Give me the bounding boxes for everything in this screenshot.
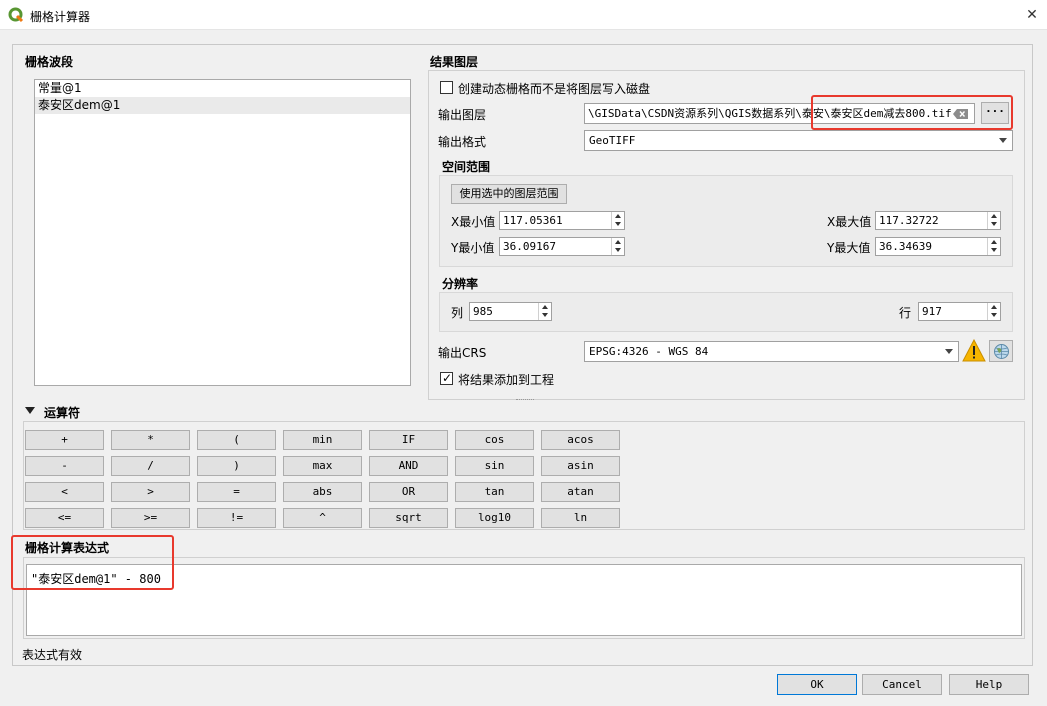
cancel-button[interactable]: Cancel [862,674,942,695]
xmin-value: 117.05361 [503,214,563,227]
band-item-taian-dem[interactable]: 泰安区dem@1 [35,97,410,114]
raster-bands-list[interactable]: 常量@1 泰安区dem@1 [34,79,411,386]
operators-heading: 运算符 [44,406,81,420]
operator-multiply-button[interactable]: * [111,430,190,450]
operator-power-button[interactable]: ^ [283,508,362,528]
operator-tan-button[interactable]: tan [455,482,534,502]
operator-less-than-button[interactable]: < [25,482,104,502]
checkmark-icon: ✓ [442,371,453,385]
operator-open-paren-button[interactable]: ( [197,430,276,450]
raster-bands-heading: 栅格波段 [25,55,74,69]
xmin-spinbox[interactable]: 117.05361 [499,211,625,230]
splitter-handle[interactable] [516,399,534,401]
band-item-constant[interactable]: 常量@1 [35,80,410,97]
window-title: 栅格计算器 [30,10,91,24]
columns-spinbox[interactable]: 985 [469,302,552,321]
chevron-down-icon [945,349,953,354]
operator-sin-button[interactable]: sin [455,456,534,476]
operator-ln-button[interactable]: ln [541,508,620,528]
chevron-down-icon [999,138,1007,143]
close-icon[interactable]: ✕ [1017,0,1047,30]
operator-asin-button[interactable]: asin [541,456,620,476]
rows-spinbox[interactable]: 917 [918,302,1001,321]
dynamic-raster-label: 创建动态栅格而不是将图层写入磁盘 [458,82,651,96]
use-selected-layer-extent-button[interactable]: 使用选中的图层范围 [451,184,567,204]
spin-arrows-icon[interactable] [611,238,624,255]
select-crs-button[interactable] [989,340,1013,362]
spin-arrows-icon[interactable] [987,238,1000,255]
operator-close-paren-button[interactable]: ) [197,456,276,476]
operator-greater-equal-button[interactable]: >= [111,508,190,528]
operator-minus-button[interactable]: - [25,456,104,476]
operator-and-button[interactable]: AND [369,456,448,476]
output-layer-label: 输出图层 [438,108,487,122]
xmax-spinbox[interactable]: 117.32722 [875,211,1001,230]
operator-min-button[interactable]: min [283,430,362,450]
operator-less-equal-button[interactable]: <= [25,508,104,528]
warning-icon[interactable] [962,339,986,362]
ymin-value: 36.09167 [503,240,556,253]
title-bar: 栅格计算器 ✕ [0,0,1047,30]
result-layer-heading: 结果图层 [430,55,479,69]
operator-not-equal-button[interactable]: != [197,508,276,528]
highlight-output-path [811,95,1013,130]
ymax-label: Y最大值 [827,241,871,255]
operator-if-button[interactable]: IF [369,430,448,450]
spin-arrows-icon[interactable] [538,303,551,320]
rows-label: 行 [899,306,912,320]
operator-or-button[interactable]: OR [369,482,448,502]
xmin-label: X最小值 [451,215,496,229]
output-format-label: 输出格式 [438,135,487,149]
output-format-select[interactable]: GeoTIFF [584,130,1013,151]
add-to-project-label: 将结果添加到工程 [458,373,555,387]
highlight-expression [11,535,174,590]
columns-value: 985 [473,305,493,318]
ok-button[interactable]: OK [777,674,857,695]
operator-greater-than-button[interactable]: > [111,482,190,502]
operator-max-button[interactable]: max [283,456,362,476]
ymax-value: 36.34639 [879,240,932,253]
operator-atan-button[interactable]: atan [541,482,620,502]
operator-divide-button[interactable]: / [111,456,190,476]
operator-abs-button[interactable]: abs [283,482,362,502]
output-format-value: GeoTIFF [589,134,636,147]
spin-arrows-icon[interactable] [987,303,1000,320]
output-crs-select[interactable]: EPSG:4326 - WGS 84 [584,341,959,362]
help-button[interactable]: Help [949,674,1029,695]
collapse-arrow-icon[interactable] [25,407,35,414]
operator-log10-button[interactable]: log10 [455,508,534,528]
operator-acos-button[interactable]: acos [541,430,620,450]
operator-cos-button[interactable]: cos [455,430,534,450]
ymin-spinbox[interactable]: 36.09167 [499,237,625,256]
globe-icon [994,344,1009,359]
expression-status: 表达式有效 [22,648,83,662]
operator-plus-button[interactable]: + [25,430,104,450]
add-to-project-checkbox[interactable]: ✓ [440,371,453,385]
ymax-spinbox[interactable]: 36.34639 [875,237,1001,256]
operator-sqrt-button[interactable]: sqrt [369,508,448,528]
xmax-value: 117.32722 [879,214,939,227]
ymin-label: Y最小值 [451,241,495,255]
spin-arrows-icon[interactable] [611,212,624,229]
operator-equals-button[interactable]: = [197,482,276,502]
dynamic-raster-checkbox[interactable] [440,81,453,94]
extent-heading: 空间范围 [442,160,491,174]
resolution-heading: 分辨率 [442,277,479,291]
qgis-logo-icon [8,7,24,23]
spin-arrows-icon[interactable] [987,212,1000,229]
output-crs-label: 输出CRS [438,346,487,360]
output-crs-value: EPSG:4326 - WGS 84 [589,345,709,358]
expression-editor[interactable]: "泰安区dem@1" - 800 [26,564,1022,636]
xmax-label: X最大值 [827,215,872,229]
rows-value: 917 [922,305,942,318]
columns-label: 列 [451,306,464,320]
